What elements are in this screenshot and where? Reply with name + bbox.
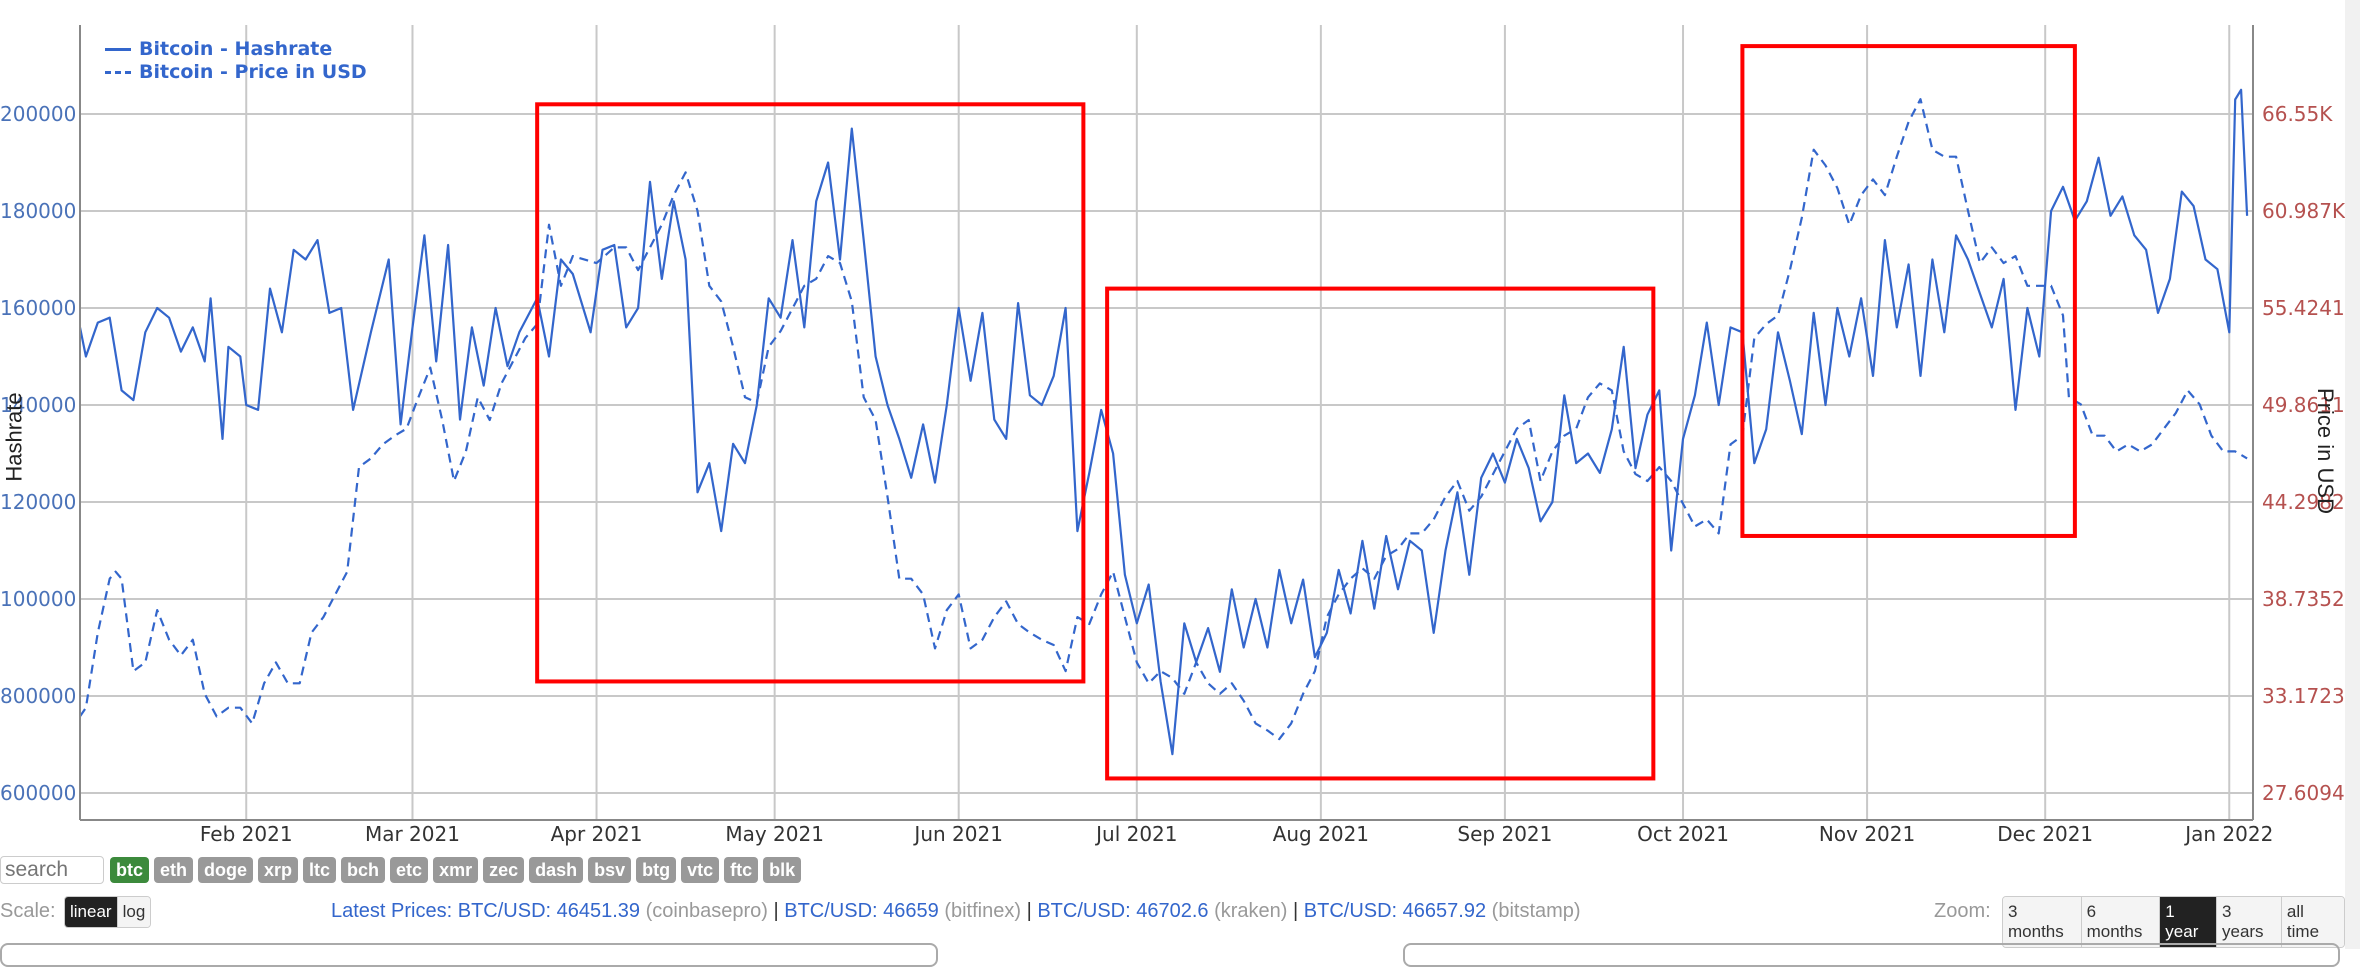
y-left-tick-label: 1000000 bbox=[0, 587, 76, 611]
zoom-6-months-button[interactable]: 6 months bbox=[2081, 897, 2161, 947]
x-tick-label: Sep 2021 bbox=[1457, 822, 1553, 846]
scale-label: Scale: bbox=[0, 900, 56, 922]
options-row: Scale: linear log Latest Prices: BTC/USD:… bbox=[0, 896, 2345, 948]
separator: | bbox=[1021, 900, 1038, 922]
y-right-tick-label: 27.6094 bbox=[2262, 781, 2345, 805]
solid-line-icon bbox=[105, 48, 131, 51]
zoom-3-years-button[interactable]: 3 years bbox=[2216, 897, 2282, 947]
x-tick-label: Jul 2021 bbox=[1096, 822, 1178, 846]
price-line bbox=[80, 98, 2248, 741]
y-axis-title-left: Hashrate bbox=[1, 392, 27, 482]
coin-tag-doge[interactable]: doge bbox=[198, 857, 253, 883]
coin-tag-btc[interactable]: btc bbox=[110, 857, 149, 883]
zoom-3-months-button[interactable]: 3 months bbox=[2003, 897, 2082, 947]
zoom-1-year-button[interactable]: 1 year bbox=[2160, 897, 2217, 947]
y-left-tick-label: 1200000 bbox=[0, 490, 76, 514]
zoom-label: Zoom: bbox=[1934, 900, 1991, 922]
legend: Bitcoin - Hashrate Bitcoin - Price in US… bbox=[105, 38, 367, 84]
coin-tag-zec[interactable]: zec bbox=[483, 857, 525, 883]
coin-selector-row: btcethdogexrpltcbchetcxmrzecdashbsvbtgvt… bbox=[0, 856, 802, 884]
price-link[interactable]: BTC/USD: 46451.39 bbox=[458, 900, 640, 922]
chart bbox=[79, 25, 2254, 821]
legend-item-hashrate[interactable]: Bitcoin - Hashrate bbox=[105, 38, 367, 61]
x-tick-label: Aug 2021 bbox=[1272, 822, 1370, 846]
exchange-name: (bitfinex) bbox=[944, 900, 1022, 922]
coin-tag-dash[interactable]: dash bbox=[529, 857, 584, 883]
x-tick-label: Nov 2021 bbox=[1818, 822, 1916, 846]
hashrate-line bbox=[80, 88, 2249, 756]
y-left-tick-label: 2000000 bbox=[0, 102, 76, 126]
y-right-tick-label: 60.987K bbox=[2262, 199, 2346, 223]
series-layer bbox=[80, 88, 2249, 756]
latest-prices-label: Latest Prices: bbox=[331, 900, 453, 922]
coin-tag-bch[interactable]: bch bbox=[341, 857, 386, 883]
coin-tag-vtc[interactable]: vtc bbox=[681, 857, 720, 883]
y-left-tick-label: 1800000 bbox=[0, 199, 76, 223]
y-left-tick-label: 600000Q bbox=[0, 781, 76, 805]
exchange-name: (bitstamp) bbox=[1491, 900, 1581, 922]
panel-right bbox=[1403, 943, 2340, 967]
coin-tag-xmr[interactable]: xmr bbox=[433, 857, 479, 883]
panel-left bbox=[0, 943, 938, 967]
coin-tag-xrp[interactable]: xrp bbox=[258, 857, 299, 883]
scale-log-button[interactable]: log bbox=[117, 897, 151, 927]
separator: | bbox=[1287, 900, 1304, 922]
x-tick-label: Feb 2021 bbox=[199, 822, 293, 846]
zoom-all-time-button[interactable]: all time bbox=[2281, 897, 2344, 947]
scale-linear-button[interactable]: linear bbox=[65, 897, 118, 927]
y-right-tick-label: 38.7352 bbox=[2262, 587, 2345, 611]
x-tick-label: May 2021 bbox=[725, 822, 824, 846]
x-tick-label: Jun 2021 bbox=[914, 822, 1003, 846]
price-link[interactable]: BTC/USD: 46702.6 bbox=[1037, 900, 1208, 922]
highlight-boxes bbox=[535, 44, 2077, 781]
highlight-box bbox=[1740, 44, 2077, 538]
x-tick-label: Oct 2021 bbox=[1637, 822, 1729, 846]
x-tick-label: Jan 2022 bbox=[2185, 822, 2274, 846]
y-axis-title-right: Price in USD bbox=[2312, 388, 2338, 514]
legend-item-price[interactable]: Bitcoin - Price in USD bbox=[105, 61, 367, 84]
exchange-name: (kraken) bbox=[1214, 900, 1288, 922]
coin-tag-ltc[interactable]: ltc bbox=[303, 857, 337, 883]
exchange-name: (coinbasepro) bbox=[645, 900, 768, 922]
price-link[interactable]: BTC/USD: 46659 bbox=[784, 900, 939, 922]
dashed-line-icon bbox=[105, 71, 131, 74]
x-tick-label: Dec 2021 bbox=[1997, 822, 2094, 846]
price-link[interactable]: BTC/USD: 46657.92 bbox=[1304, 900, 1486, 922]
latest-prices: Latest Prices: BTC/USD: 46451.39 (coinba… bbox=[331, 900, 1581, 923]
coin-tag-bsv[interactable]: bsv bbox=[588, 857, 632, 883]
coin-tag-btg[interactable]: btg bbox=[636, 857, 677, 883]
highlight-box bbox=[535, 102, 1086, 684]
x-tick-label: Mar 2021 bbox=[364, 822, 460, 846]
y-right-tick-label: 55.4241 bbox=[2262, 296, 2345, 320]
y-left-tick-label: 1600000 bbox=[0, 296, 76, 320]
search-input[interactable] bbox=[0, 856, 104, 884]
coin-tag-eth[interactable]: eth bbox=[154, 857, 193, 883]
x-tick-label: Apr 2021 bbox=[550, 822, 643, 846]
separator: | bbox=[767, 900, 785, 922]
y-left-tick-label: 800000Q bbox=[0, 684, 76, 708]
coin-tag-blk[interactable]: blk bbox=[763, 857, 802, 883]
scale-toggle: linear log bbox=[64, 896, 152, 928]
y-right-tick-label: 66.55K bbox=[2262, 102, 2333, 126]
coin-tag-ftc[interactable]: ftc bbox=[724, 857, 759, 883]
scrollbar-track[interactable] bbox=[2345, 0, 2360, 949]
highlight-box bbox=[1105, 286, 1656, 781]
grid bbox=[80, 25, 2253, 820]
coin-tag-etc[interactable]: etc bbox=[390, 857, 429, 883]
zoom-options: 3 months 6 months 1 year 3 years all time bbox=[2002, 896, 2345, 948]
coin-tags: btc eth doge xrp ltc bch etc xmr zec dash bsv btg vt… bbox=[110, 857, 802, 883]
y-right-tick-label: 33.1723 bbox=[2262, 684, 2345, 708]
